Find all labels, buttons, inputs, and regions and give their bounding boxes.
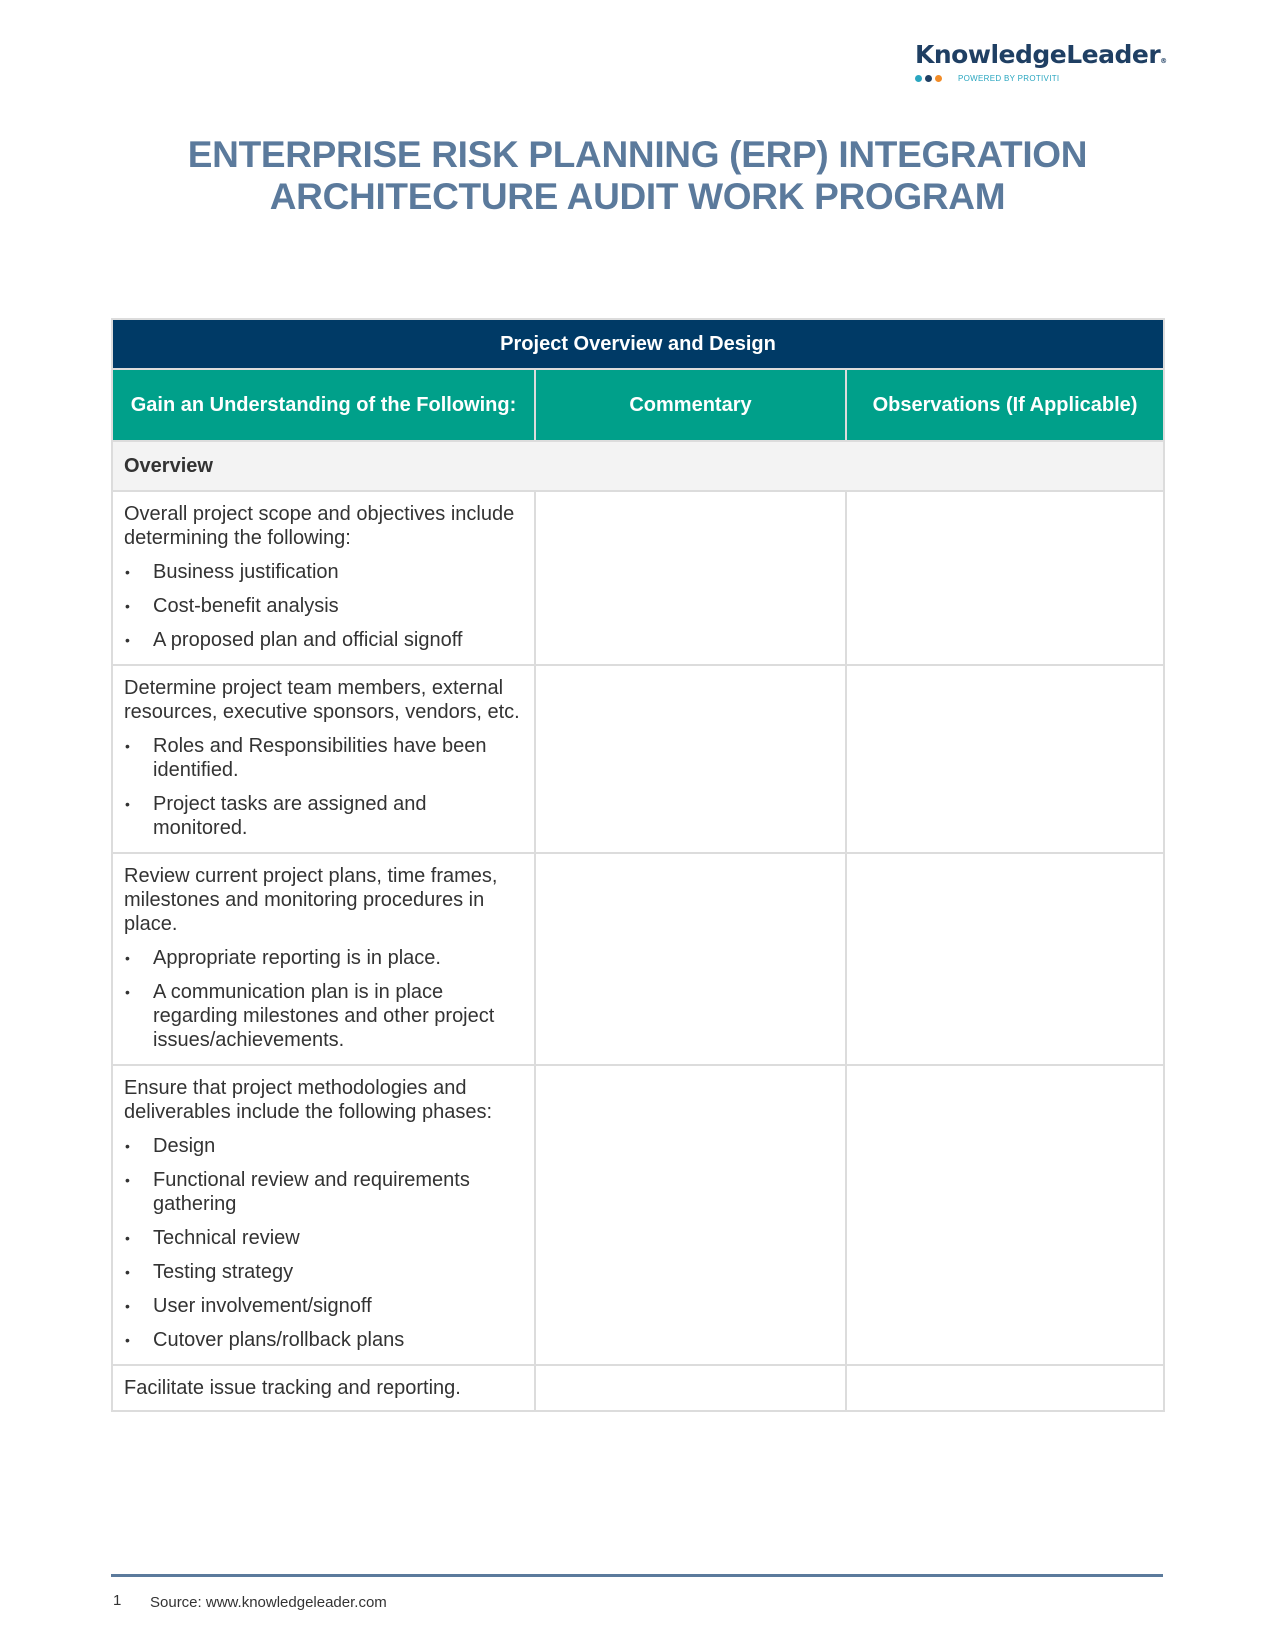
bullet-icon: •	[125, 564, 130, 580]
commentary-cell[interactable]	[534, 490, 847, 666]
procedure-bullet-item: • A proposed plan and official signoff	[124, 628, 524, 652]
table-row: Facilitate issue tracking and reporting.	[111, 1364, 1166, 1412]
table-band-title: Project Overview and Design	[110, 318, 1166, 370]
bullet-text: A communication plan is in place regardi…	[153, 981, 495, 1051]
bullet-text: Project tasks are assigned and monitored…	[153, 793, 427, 839]
procedure-cell: Overall project scope and objectives inc…	[111, 490, 536, 666]
procedure-bullet-item: • Cost-benefit analysis	[124, 594, 524, 618]
column-header-commentary: Commentary	[534, 368, 847, 442]
bullet-text: Design	[153, 1135, 216, 1157]
observations-cell[interactable]	[844, 490, 1166, 666]
procedure-bullet-item: • Testing strategy	[124, 1260, 524, 1284]
bullet-icon: •	[125, 950, 130, 966]
bullet-icon: •	[125, 984, 130, 1000]
procedure-cell: Review current project plans, time frame…	[111, 852, 536, 1066]
table-row: Ensure that project methodologies and de…	[111, 1064, 1166, 1366]
bullet-icon: •	[125, 1332, 130, 1348]
procedure-cell: Facilitate issue tracking and reporting.	[111, 1364, 536, 1412]
procedure-text: Overall project scope and objectives inc…	[124, 503, 515, 549]
bullet-text: A proposed plan and official signoff	[153, 629, 463, 651]
bullet-text: Roles and Responsibilities have been ide…	[153, 735, 487, 781]
procedure-bullet-list: • Business justification • Cost-benefit ana…	[124, 560, 524, 652]
table-row: Review current project plans, time frame…	[111, 852, 1166, 1066]
procedure-bullet-item: • Business justification	[124, 560, 524, 584]
knowledgeleader-logo: KnowledgeLeader® POWERED BY PROTIVITI	[915, 40, 1167, 83]
bullet-icon: •	[125, 1172, 130, 1188]
procedure-text: Review current project plans, time frame…	[124, 865, 498, 935]
logo-dot-icon	[915, 75, 922, 82]
column-header-observations: Observations (If Applicable)	[844, 368, 1166, 442]
procedure-bullet-item: • Functional review and requirements gath…	[124, 1168, 524, 1216]
logo-dot-icon	[935, 75, 942, 82]
procedure-cell: Determine project team members, external…	[111, 664, 536, 854]
bullet-text: Business justification	[153, 561, 339, 583]
bullet-text: User involvement/signoff	[153, 1295, 372, 1317]
procedure-bullet-item: • Design	[124, 1134, 524, 1158]
procedure-bullet-item: • Cutover plans/rollback plans	[124, 1328, 524, 1352]
procedure-bullet-list: • Design • Functional review and requiremen…	[124, 1134, 524, 1352]
bullet-icon: •	[125, 1138, 130, 1154]
table-band-row: Project Overview and Design	[110, 318, 1166, 370]
bullet-text: Appropriate reporting is in place.	[153, 947, 441, 969]
document-title: ENTERPRISE RISK PLANNING (ERP) INTEGRATI…	[0, 134, 1275, 218]
procedure-text: Determine project team members, external…	[124, 677, 520, 723]
bullet-text: Functional review and requirements gathe…	[153, 1169, 470, 1215]
bullet-text: Testing strategy	[153, 1261, 294, 1283]
procedure-bullet-item: • Appropriate reporting is in place.	[124, 946, 524, 970]
procedure-bullet-list: • Appropriate reporting is in place. • A co…	[124, 946, 524, 1052]
bullet-icon: •	[125, 598, 130, 614]
bullet-icon: •	[125, 738, 130, 754]
title-line-2: ARCHITECTURE AUDIT WORK PROGRAM	[269, 176, 1006, 217]
commentary-cell[interactable]	[534, 1064, 847, 1366]
logo-name: KnowledgeLeader	[915, 40, 1161, 69]
table-row: Overall project scope and objectives inc…	[111, 490, 1166, 666]
observations-cell[interactable]	[844, 1064, 1166, 1366]
logo-wordmark: KnowledgeLeader®	[915, 40, 1167, 70]
title-line-1: ENTERPRISE RISK PLANNING (ERP) INTEGRATI…	[187, 134, 1088, 175]
logo-registered-mark: ®	[1160, 57, 1167, 65]
table-body: Overall project scope and objectives inc…	[111, 490, 1166, 1412]
observations-cell[interactable]	[844, 852, 1166, 1066]
bullet-icon: •	[125, 1230, 130, 1246]
commentary-cell[interactable]	[534, 852, 847, 1066]
procedure-bullet-item: • Technical review	[124, 1226, 524, 1250]
commentary-cell[interactable]	[534, 1364, 847, 1412]
procedure-bullet-item: • Roles and Responsibilities have been id…	[124, 734, 524, 782]
table-row: Determine project team members, external…	[111, 664, 1166, 854]
observations-cell[interactable]	[844, 664, 1166, 854]
procedure-text: Ensure that project methodologies and de…	[124, 1077, 493, 1123]
logo-subline: POWERED BY PROTIVITI	[915, 74, 1165, 83]
procedure-bullet-list: • Roles and Responsibilities have been id…	[124, 734, 524, 840]
bullet-icon: •	[125, 1298, 130, 1314]
observations-cell[interactable]	[844, 1364, 1166, 1412]
bullet-icon: •	[125, 796, 130, 812]
procedure-text: Facilitate issue tracking and reporting.	[124, 1377, 461, 1399]
column-header-row: Gain an Understanding of the Following: …	[111, 368, 1166, 442]
procedure-cell: Ensure that project methodologies and de…	[111, 1064, 536, 1366]
section-overview: Overview	[110, 440, 1166, 492]
footer-source: Source: www.knowledgeleader.com	[150, 1594, 387, 1611]
logo-dot-icon	[925, 75, 932, 82]
footer-divider	[111, 1574, 1163, 1577]
bullet-text: Cutover plans/rollback plans	[153, 1329, 405, 1351]
column-header-understanding: Gain an Understanding of the Following:	[111, 368, 536, 442]
bullet-text: Cost-benefit analysis	[153, 595, 339, 617]
procedure-bullet-item: • A communication plan is in place regard…	[124, 980, 524, 1052]
commentary-cell[interactable]	[534, 664, 847, 854]
bullet-icon: •	[125, 632, 130, 648]
bullet-text: Technical review	[153, 1227, 300, 1249]
procedure-bullet-item: • Project tasks are assigned and monitore…	[124, 792, 524, 840]
logo-powered-by: POWERED BY PROTIVITI	[958, 74, 1060, 83]
audit-work-program-table: Project Overview and Design Gain an Unde…	[110, 318, 1166, 1412]
procedure-bullet-item: • User involvement/signoff	[124, 1294, 524, 1318]
page-number: 1	[113, 1592, 122, 1609]
bullet-icon: •	[125, 1264, 130, 1280]
section-row: Overview	[110, 440, 1166, 492]
